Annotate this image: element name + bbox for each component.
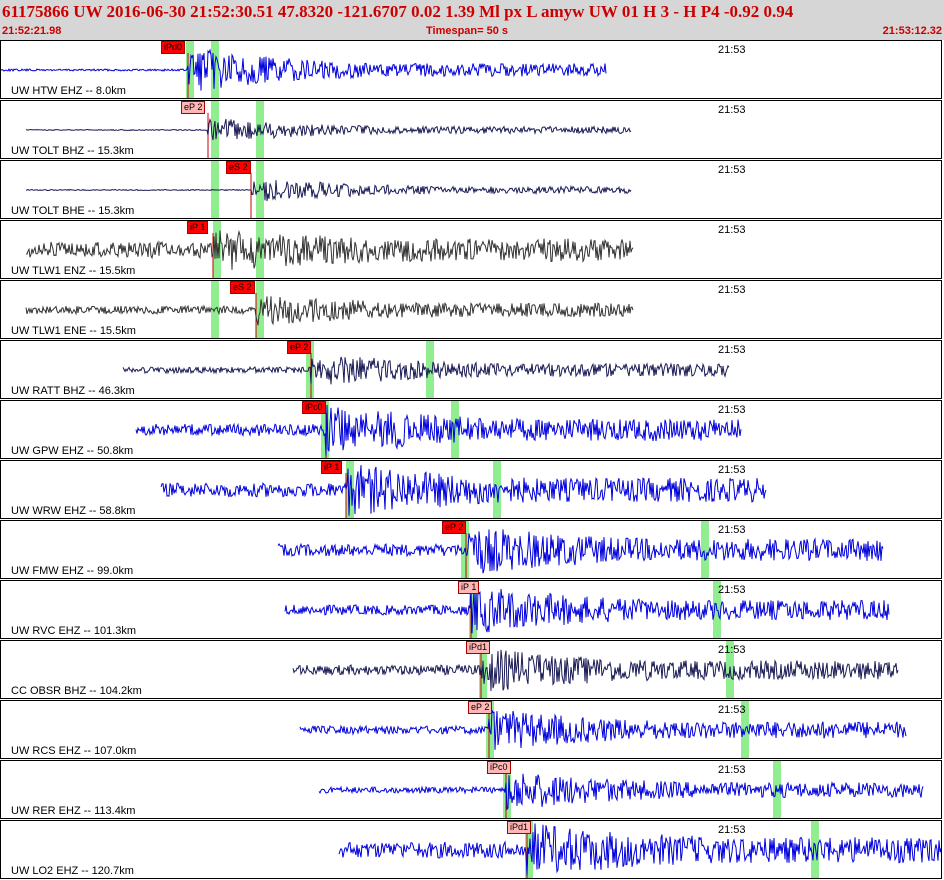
waveform bbox=[338, 821, 941, 878]
trace-panel[interactable]: 21:53 eS 2 UW TOLT BHE -- 15.3km bbox=[0, 160, 942, 219]
arrival-marker bbox=[701, 521, 709, 578]
waveform bbox=[25, 281, 634, 338]
station-label: UW TOLT BHZ -- 15.3km bbox=[11, 145, 134, 157]
seismogram-trace bbox=[277, 529, 884, 574]
station-label: UW RATT BHZ -- 46.3km bbox=[11, 385, 135, 397]
event-summary: 61175866 UW 2016-06-30 21:52:30.51 47.83… bbox=[2, 2, 794, 21]
trace-panel[interactable]: 21:53 eP 2 UW FMW EHZ -- 99.0km bbox=[0, 520, 942, 579]
minute-marker: 21:53 bbox=[718, 584, 746, 596]
phase-pick[interactable]: eP 2 bbox=[468, 701, 493, 714]
seismogram-trace bbox=[292, 649, 899, 692]
minute-marker: 21:53 bbox=[718, 404, 746, 416]
phase-pick[interactable]: eS 2 bbox=[230, 281, 255, 294]
phase-pick[interactable]: eS 2 bbox=[226, 161, 251, 174]
seismogram-trace bbox=[338, 823, 941, 876]
phase-pick[interactable]: iPd1 bbox=[466, 641, 491, 654]
waveform bbox=[1, 41, 607, 98]
station-label: UW TLW1 ENZ -- 15.5km bbox=[11, 265, 136, 277]
minute-marker: 21:53 bbox=[718, 44, 746, 56]
trace-panel[interactable]: 21:53 iP 1 UW RVC EHZ -- 101.3km bbox=[0, 580, 942, 639]
end-time: 21:53:12.32 bbox=[882, 25, 942, 37]
station-label: UW FMW EHZ -- 99.0km bbox=[11, 565, 134, 577]
start-time: 21:52:21.98 bbox=[2, 25, 62, 37]
waveform bbox=[25, 101, 632, 158]
seismogram-trace bbox=[25, 296, 634, 326]
trace-panel[interactable]: 21:53 iPd0 UW HTW EHZ -- 8.0km bbox=[0, 40, 942, 99]
minute-marker: 21:53 bbox=[718, 164, 746, 176]
trace-panel[interactable]: 21:53 iP 1 UW TLW1 ENZ -- 15.5km bbox=[0, 220, 942, 279]
waveform bbox=[122, 341, 730, 398]
minute-marker: 21:53 bbox=[718, 224, 746, 236]
trace-panel[interactable]: 21:53 iPc0 UW GPW EHZ -- 50.8km bbox=[0, 400, 942, 459]
minute-marker: 21:53 bbox=[718, 644, 746, 656]
seismogram-trace bbox=[299, 708, 907, 750]
minute-marker: 21:53 bbox=[718, 524, 746, 536]
trace-panel[interactable]: 21:53 eS 2 UW TLW1 ENE -- 15.5km bbox=[0, 280, 942, 339]
trace-panel[interactable]: 21:53 eP 2 UW TOLT BHZ -- 15.3km bbox=[0, 100, 942, 159]
phase-pick[interactable]: iP 1 bbox=[458, 581, 480, 594]
trace-panel[interactable]: 21:53 eP 2 UW RCS EHZ -- 107.0km bbox=[0, 700, 942, 759]
station-label: UW WRW EHZ -- 58.8km bbox=[11, 505, 136, 517]
phase-pick[interactable]: eP 2 bbox=[287, 341, 312, 354]
seismogram-trace bbox=[135, 404, 742, 456]
seismogram-trace bbox=[25, 229, 634, 270]
phase-pick[interactable]: iPc0 bbox=[487, 761, 511, 774]
station-label: UW GPW EHZ -- 50.8km bbox=[11, 445, 134, 457]
minute-marker: 21:53 bbox=[718, 764, 746, 776]
trace-panel[interactable]: 21:53 iP 1 UW WRW EHZ -- 58.8km bbox=[0, 460, 942, 519]
waveform bbox=[277, 521, 884, 578]
phase-pick[interactable]: eP 2 bbox=[181, 101, 206, 114]
header-bar: 61175866 UW 2016-06-30 21:52:30.51 47.83… bbox=[0, 0, 944, 40]
seismogram-trace bbox=[25, 117, 632, 141]
trace-panel[interactable]: 21:53 iPd1 CC OBSR BHZ -- 104.2km bbox=[0, 640, 942, 699]
station-label: CC OBSR BHZ -- 104.2km bbox=[11, 685, 142, 697]
station-label: UW LO2 EHZ -- 120.7km bbox=[11, 865, 134, 877]
waveform bbox=[160, 461, 767, 518]
station-label: UW TOLT BHE -- 15.3km bbox=[11, 205, 135, 217]
waveform bbox=[26, 161, 632, 218]
seismogram-trace bbox=[318, 773, 924, 811]
station-label: UW RCS EHZ -- 107.0km bbox=[11, 745, 137, 757]
phase-pick[interactable]: eP 2 bbox=[442, 521, 467, 534]
seismogram-trace bbox=[284, 586, 890, 634]
minute-marker: 21:53 bbox=[718, 824, 746, 836]
trace-panel[interactable]: 21:53 iPc0 UW RER EHZ -- 113.4km bbox=[0, 760, 942, 819]
station-label: UW RVC EHZ -- 101.3km bbox=[11, 625, 137, 637]
seismogram-trace bbox=[160, 465, 767, 516]
waveform bbox=[25, 221, 634, 278]
trace-panel[interactable]: 21:53 iPd1 UW LO2 EHZ -- 120.7km bbox=[0, 820, 942, 879]
phase-pick[interactable]: iPc0 bbox=[302, 401, 326, 414]
minute-marker: 21:53 bbox=[718, 464, 746, 476]
minute-marker: 21:53 bbox=[718, 284, 746, 296]
phase-pick[interactable]: iP 1 bbox=[321, 461, 343, 474]
waveform bbox=[318, 761, 924, 818]
station-label: UW RER EHZ -- 113.4km bbox=[11, 805, 136, 817]
phase-pick[interactable]: iP 1 bbox=[187, 221, 209, 234]
timespan-label: Timespan= 50 s bbox=[426, 25, 509, 37]
minute-marker: 21:53 bbox=[718, 704, 746, 716]
phase-pick[interactable]: iPd0 bbox=[161, 41, 186, 54]
minute-marker: 21:53 bbox=[718, 104, 746, 116]
waveform bbox=[135, 401, 742, 458]
seismogram-trace bbox=[26, 180, 632, 202]
trace-list: 21:53 iPd0 UW HTW EHZ -- 8.0km 21:53 eP … bbox=[0, 40, 944, 880]
station-label: UW TLW1 ENE -- 15.5km bbox=[11, 325, 136, 337]
station-label: UW HTW EHZ -- 8.0km bbox=[11, 85, 126, 97]
trace-panel[interactable]: 21:53 eP 2 UW RATT BHZ -- 46.3km bbox=[0, 340, 942, 399]
minute-marker: 21:53 bbox=[718, 344, 746, 356]
phase-pick[interactable]: iPd1 bbox=[507, 821, 532, 834]
